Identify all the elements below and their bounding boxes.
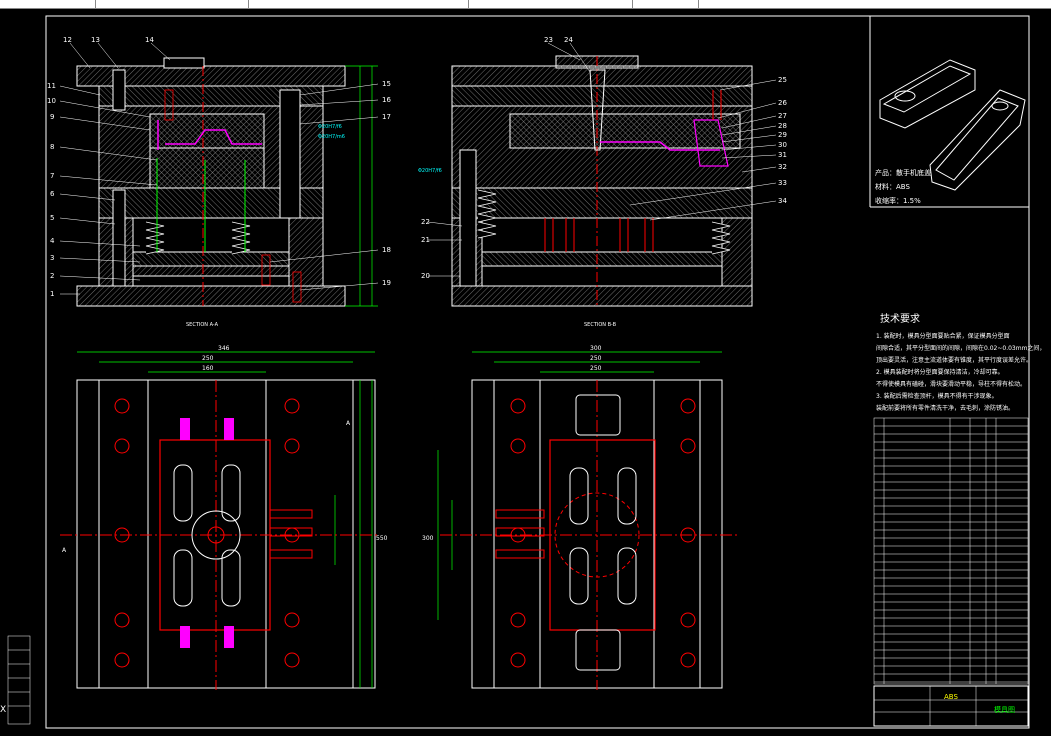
bolt-hole xyxy=(284,612,300,628)
title-material: ABS xyxy=(944,693,958,701)
label-3: 3 xyxy=(50,254,54,262)
note-line-7: 装配前要将所有零件清洗干净，去毛刺，涂防锈油。 xyxy=(876,404,1014,412)
label-18: 18 xyxy=(382,246,391,254)
bolt-hole xyxy=(680,652,696,668)
label-9: 9 xyxy=(50,113,54,121)
label-13: 13 xyxy=(91,36,100,44)
label-31: 31 xyxy=(778,151,787,159)
ucs-icon: X xyxy=(0,705,6,715)
label-2: 2 xyxy=(50,272,54,280)
label-14: 14 xyxy=(145,36,154,44)
label-15: 15 xyxy=(382,80,391,88)
plan-view-right: 300 250 250 300 xyxy=(422,345,740,690)
label-1: 1 xyxy=(50,290,54,298)
label-17: 17 xyxy=(382,113,391,121)
dim-height-r: 300 xyxy=(422,535,434,542)
bolt-hole xyxy=(284,398,300,414)
label-32: 32 xyxy=(778,163,787,171)
bolt-hole xyxy=(510,438,526,454)
parts-list-table xyxy=(873,417,1029,685)
label-16: 16 xyxy=(382,96,391,104)
title-block: ABS 模具图 xyxy=(873,685,1029,727)
dim-width-core: 160 xyxy=(202,365,214,372)
dim-width-core-r: 250 xyxy=(590,365,602,372)
label-19: 19 xyxy=(382,279,391,287)
label-28: 28 xyxy=(778,122,787,130)
bolt-hole xyxy=(284,438,300,454)
bolt-hole xyxy=(510,398,526,414)
cad-toolbar-strip[interactable] xyxy=(0,0,1051,9)
fit-mark-2: Φ20H7/m6 xyxy=(318,134,345,140)
label-30: 30 xyxy=(778,141,787,149)
dim-width-outer: 346 xyxy=(218,345,230,352)
note-line-3: 顶出要灵活，注意主流道体要有锥度，其平行度误差允许。 xyxy=(876,356,1032,364)
bolt-hole xyxy=(680,438,696,454)
cut-mark-a-top: A xyxy=(346,420,351,427)
mold-assembly-drawing: 1 2 3 4 5 6 7 8 9 10 11 12 13 14 15 16 1… xyxy=(0,15,1045,729)
note-line-6: 3. 装配后需检查顶杆，模具不得有干涉现象。 xyxy=(876,392,998,400)
label-4: 4 xyxy=(50,237,55,245)
label-11: 11 xyxy=(47,82,56,90)
label-6: 6 xyxy=(50,190,55,198)
bolt-hole xyxy=(510,612,526,628)
bolt-hole xyxy=(680,398,696,414)
bolt-holes-left xyxy=(114,398,300,668)
label-25: 25 xyxy=(778,76,787,84)
label-24: 24 xyxy=(564,36,573,44)
label-7: 7 xyxy=(50,172,54,180)
product-material: 材料：ABS xyxy=(875,182,910,191)
drawing-canvas[interactable]: 1 2 3 4 5 6 7 8 9 10 11 12 13 14 15 16 1… xyxy=(0,9,1051,732)
bolt-holes-right xyxy=(510,398,696,668)
label-27: 27 xyxy=(778,112,787,120)
bolt-hole xyxy=(114,652,130,668)
label-12: 12 xyxy=(63,36,72,44)
dim-height: 550 xyxy=(376,535,388,542)
note-line-5: 不得使模具有磕碰，滑块要滑动平稳，导柱不得有松动。 xyxy=(876,380,1026,388)
product-shrinkage: 收缩率：1.5% xyxy=(875,196,921,205)
note-line-1: 1. 装配时，模具分型面要贴合紧，保证模具分型面 xyxy=(876,332,1010,340)
plan-view-left: 346 250 160 550 A A xyxy=(60,345,388,690)
section-bb-label: SECTION B-B xyxy=(584,322,617,328)
label-10: 10 xyxy=(47,97,56,105)
label-22: 22 xyxy=(421,218,430,226)
note-line-4: 2. 模具装配时将分型面要保持清洁，冷却可靠。 xyxy=(876,368,1004,376)
note-line-2: 间隙合适，其平分型面间的间隙，间隙在0.02~0.03mm之间， xyxy=(876,344,1045,352)
cut-mark-a-left: A xyxy=(62,547,67,554)
section-aa-view: 1 2 3 4 5 6 7 8 9 10 11 12 13 14 15 16 1… xyxy=(47,36,391,328)
fit-mark-3: Φ20H7/f6 xyxy=(418,168,442,174)
bolt-hole xyxy=(114,612,130,628)
label-20: 20 xyxy=(421,272,430,280)
product-name: 产品：散手机底盖 xyxy=(875,168,931,177)
label-8: 8 xyxy=(50,143,54,151)
revision-block xyxy=(7,635,31,725)
bolt-hole xyxy=(680,612,696,628)
bolt-hole xyxy=(114,438,130,454)
technical-notes: 技术要求 1. 装配时，模具分型面要贴合紧，保证模具分型面 间隙合适，其平分型面… xyxy=(876,312,1045,412)
dim-width-plate: 250 xyxy=(202,355,214,362)
dim-width-outer-r: 300 xyxy=(590,345,602,352)
dim-width-plate-r: 250 xyxy=(590,355,602,362)
bolt-hole xyxy=(284,652,300,668)
section-bb-view: 20 21 22 23 24 25 26 27 28 29 30 31 32 3… xyxy=(418,36,787,328)
bolt-hole xyxy=(510,652,526,668)
title-name: 模具图 xyxy=(994,705,1015,714)
section-aa-label: SECTION A-A xyxy=(186,322,219,328)
label-5: 5 xyxy=(50,214,54,222)
label-21: 21 xyxy=(421,236,430,244)
label-23: 23 xyxy=(544,36,553,44)
label-34: 34 xyxy=(778,197,787,205)
bolt-hole xyxy=(114,398,130,414)
label-33: 33 xyxy=(778,179,787,187)
fit-mark-1: Φ20H7/f6 xyxy=(318,124,342,130)
label-29: 29 xyxy=(778,131,787,139)
notes-title: 技术要求 xyxy=(880,312,920,325)
label-26: 26 xyxy=(778,99,787,107)
